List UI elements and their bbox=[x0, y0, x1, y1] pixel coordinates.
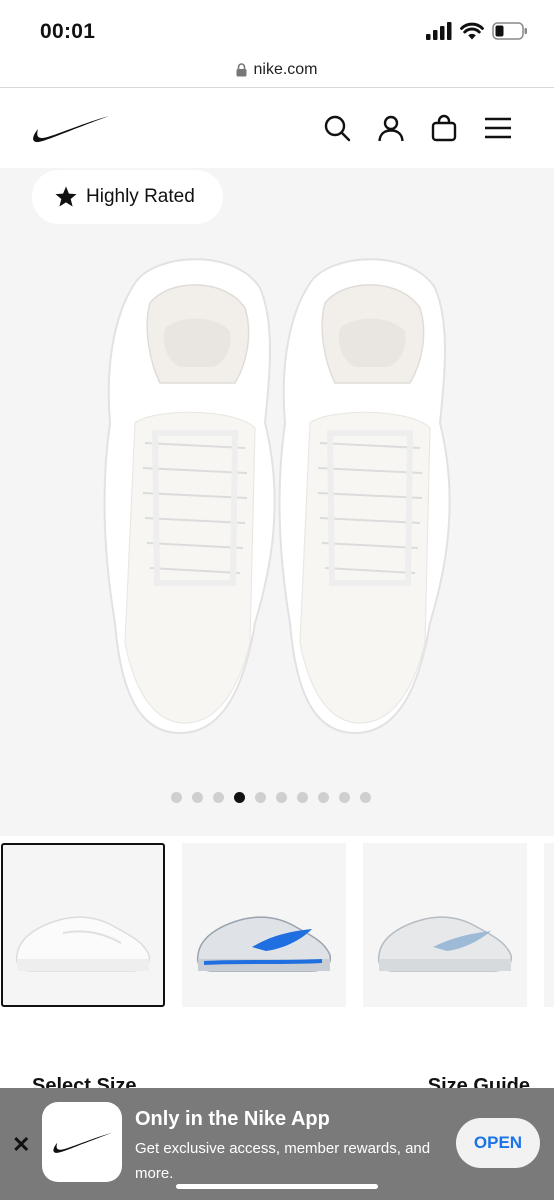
address-bar[interactable]: nike.com bbox=[0, 52, 554, 88]
white-shoe-image bbox=[15, 916, 151, 972]
highly-rated-badge: Highly Rated bbox=[32, 170, 223, 224]
search-icon[interactable] bbox=[323, 114, 351, 142]
url-text: nike.com bbox=[253, 60, 318, 78]
left-shoe-image bbox=[103, 258, 276, 735]
banner-title: Only in the Nike App bbox=[135, 1108, 330, 1130]
thumbnail-white[interactable] bbox=[1, 843, 165, 1007]
badge-label: Highly Rated bbox=[86, 186, 195, 207]
carousel-dot-active[interactable] bbox=[234, 792, 245, 803]
nike-app-logo bbox=[42, 1102, 122, 1182]
site-header bbox=[0, 88, 554, 168]
banner-subtitle: Get exclusive access, member rewards, an… bbox=[135, 1140, 431, 1182]
product-image[interactable] bbox=[95, 243, 475, 743]
carousel-dot[interactable] bbox=[213, 792, 224, 803]
silver-blue-shoe-image bbox=[196, 916, 332, 972]
nike-logo[interactable] bbox=[30, 112, 110, 144]
home-indicator bbox=[176, 1184, 378, 1189]
product-gallery[interactable]: Highly Rated bbox=[0, 168, 554, 836]
status-icons bbox=[426, 22, 528, 40]
colorway-thumbnails bbox=[0, 842, 554, 1010]
star-icon bbox=[55, 186, 77, 207]
app-banner: ✕ Only in the Nike App Get exclusive acc… bbox=[0, 1088, 554, 1200]
carousel-dot[interactable] bbox=[360, 792, 371, 803]
status-time: 00:01 bbox=[40, 20, 96, 43]
battery-icon bbox=[492, 22, 527, 40]
carousel-dot[interactable] bbox=[171, 792, 182, 803]
bag-icon[interactable] bbox=[430, 114, 458, 142]
thumbnail-grey-lightblue[interactable] bbox=[363, 843, 527, 1007]
lock-icon bbox=[236, 62, 247, 76]
close-icon[interactable]: ✕ bbox=[12, 1134, 30, 1156]
carousel-dot[interactable] bbox=[339, 792, 350, 803]
carousel-dot[interactable] bbox=[192, 792, 203, 803]
account-icon[interactable] bbox=[377, 114, 405, 142]
carousel-dot[interactable] bbox=[318, 792, 329, 803]
wifi-icon bbox=[460, 22, 484, 40]
signal-icon bbox=[426, 22, 452, 40]
carousel-dot[interactable] bbox=[255, 792, 266, 803]
nike-swoosh-icon bbox=[53, 1132, 113, 1153]
right-shoe-image bbox=[278, 258, 451, 735]
thumbnail-silver-blue[interactable] bbox=[182, 843, 346, 1007]
menu-icon[interactable] bbox=[484, 114, 512, 142]
open-app-button[interactable]: OPEN bbox=[456, 1118, 540, 1168]
carousel-dot[interactable] bbox=[276, 792, 287, 803]
grey-lightblue-shoe-image bbox=[377, 916, 513, 972]
carousel-dots bbox=[0, 792, 554, 803]
carousel-dot[interactable] bbox=[297, 792, 308, 803]
status-bar: 00:01 bbox=[0, 0, 554, 52]
thumbnail-next[interactable] bbox=[544, 843, 554, 1007]
